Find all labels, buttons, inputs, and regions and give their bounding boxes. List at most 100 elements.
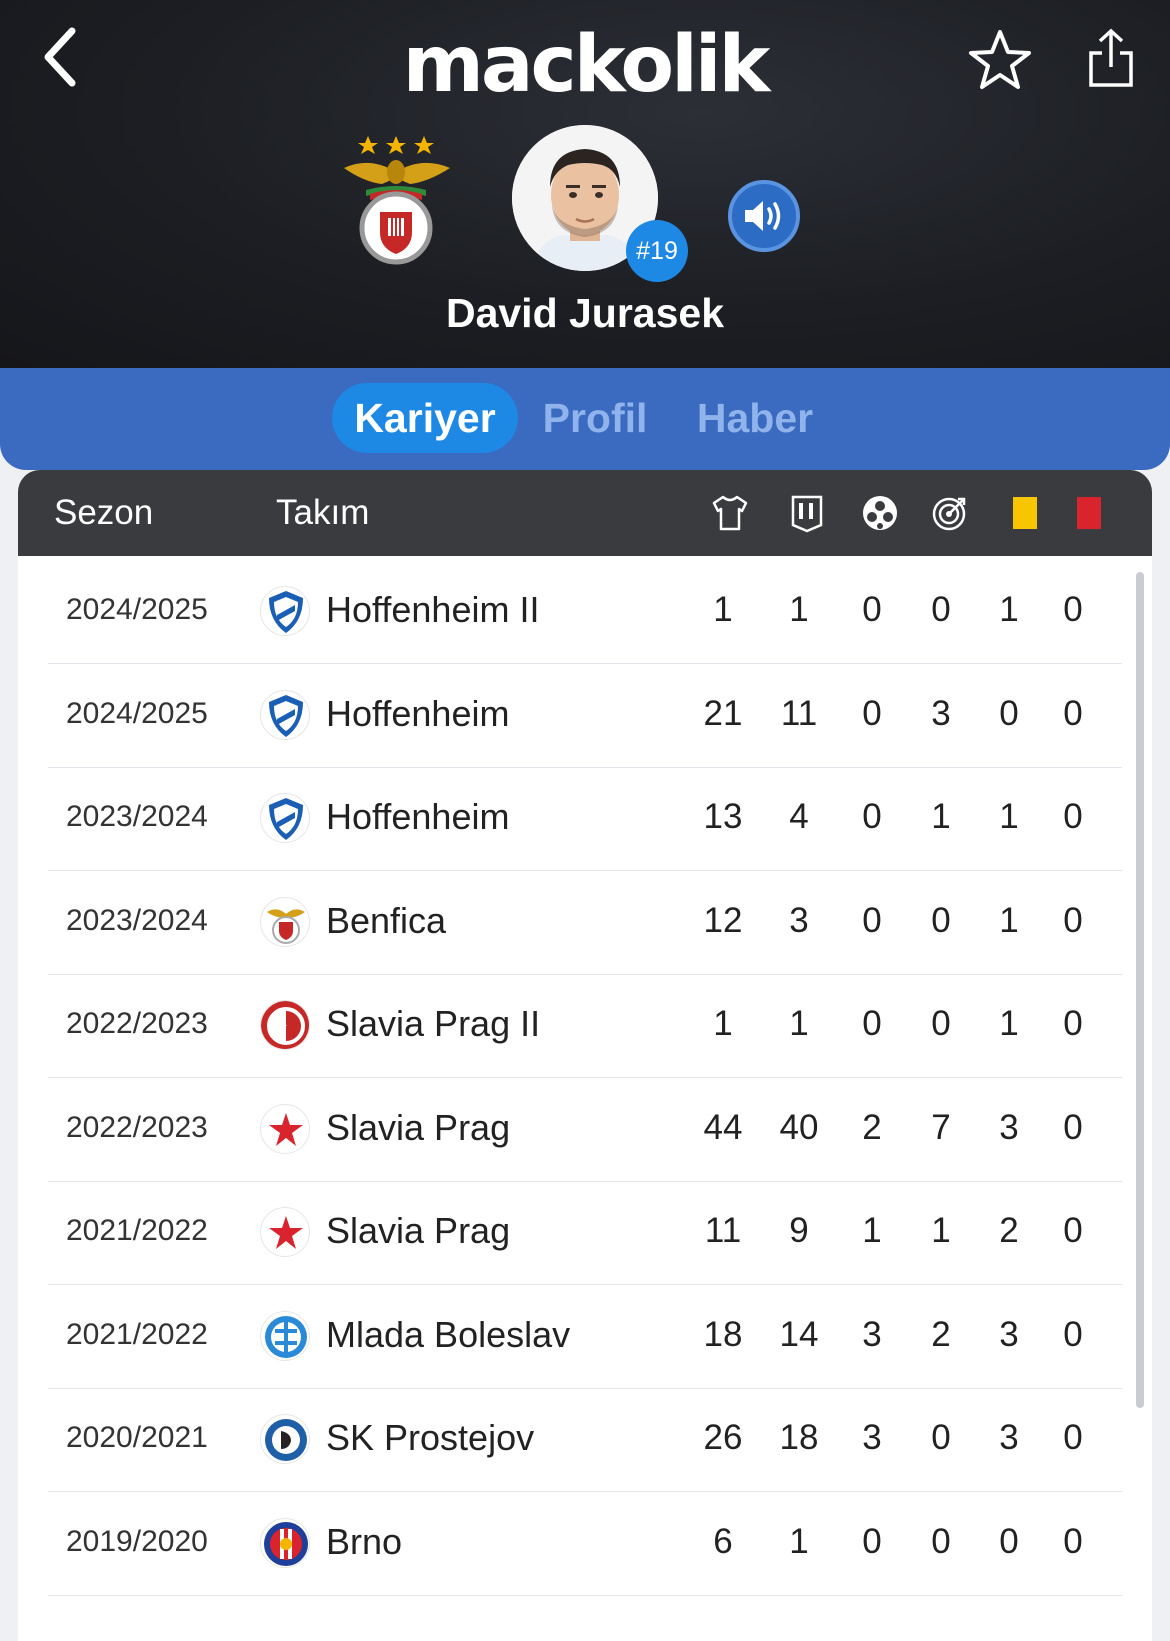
tab-haber[interactable]: Haber — [690, 383, 820, 453]
yellow-cards-cell: 1 — [999, 590, 1019, 629]
red-cards-cell: 0 — [1063, 1211, 1083, 1250]
team-name[interactable]: Mlada Boleslav — [326, 1281, 570, 1389]
career-table: Sezon Takım 2024/2025 Hoffenheim II 1 1 … — [18, 470, 1152, 1641]
team-logo-icon — [260, 1414, 310, 1464]
goals-cell: 0 — [862, 900, 882, 940]
team-logo-icon — [260, 1103, 310, 1154]
goals-cell: 0 — [862, 1004, 882, 1043]
table-row[interactable]: 2023/2024 Hoffenheim 13 4 0 1 1 0 — [48, 763, 1122, 871]
table-header: Sezon Takım — [18, 470, 1152, 556]
team-name[interactable]: Hoffenheim II — [326, 556, 539, 664]
speaker-icon — [745, 201, 781, 231]
target-icon — [928, 491, 972, 535]
audio-button[interactable] — [728, 180, 800, 252]
player-page: mackolik #19 David Jurasek Kariyer Profi… — [0, 0, 1170, 1641]
team-logo-icon — [260, 586, 310, 636]
appearances-cell: 1 — [713, 1004, 733, 1043]
share-button[interactable] — [1080, 22, 1142, 94]
team-logo-icon — [260, 896, 310, 947]
table-row[interactable]: 2024/2025 Hoffenheim II 1 1 0 0 1 0 — [48, 556, 1122, 664]
yellow-cards-cell: 3 — [999, 1107, 1019, 1147]
assists-cell: 3 — [931, 693, 951, 733]
season-cell: 2024/2025 — [66, 696, 208, 730]
red-cards-cell: 0 — [1063, 1107, 1083, 1147]
team-name[interactable]: SK Prostejov — [326, 1384, 534, 1492]
lineups-cell: 11 — [780, 693, 818, 733]
team-name[interactable]: Slavia Prag — [326, 1177, 510, 1285]
team-name[interactable]: Slavia Prag — [326, 1074, 510, 1182]
yellow-cards-cell: 1 — [999, 797, 1019, 836]
tab-bar: Kariyer Profil Haber — [0, 368, 1170, 470]
season-cell: 2023/2024 — [66, 903, 208, 937]
assists-cell: 0 — [931, 1418, 951, 1457]
lineups-cell: 1 — [789, 1004, 809, 1043]
red-cards-cell: 0 — [1063, 900, 1083, 940]
table-row[interactable]: 2019/2020 Brno 6 1 0 0 0 0 — [48, 1488, 1122, 1596]
benfica-crest-icon — [344, 136, 450, 265]
team-name[interactable]: Brno — [326, 1488, 402, 1596]
player-header: mackolik #19 David Jurasek — [0, 0, 1170, 370]
season-cell: 2019/2020 — [66, 1524, 208, 1558]
table-row[interactable]: 2022/2023 Slavia Prag II 1 1 0 0 1 0 — [48, 970, 1122, 1078]
lineups-cell: 18 — [779, 1418, 819, 1457]
table-row[interactable]: 2024/2025 Hoffenheim 21 11 0 3 0 0 — [48, 660, 1122, 768]
favorite-button[interactable] — [965, 25, 1035, 95]
yellow-cards-cell: 1 — [999, 1004, 1019, 1043]
appearances-cell: 26 — [703, 1418, 743, 1457]
lineups-cell: 3 — [789, 900, 809, 940]
yellow-cards-cell: 3 — [999, 1314, 1019, 1354]
goals-cell: 2 — [862, 1107, 882, 1147]
assists-cell: 0 — [931, 1004, 951, 1043]
team-name[interactable]: Slavia Prag II — [326, 970, 540, 1078]
club-crest — [340, 128, 460, 268]
table-row[interactable]: 2023/2024 Benfica 12 3 0 0 1 0 — [48, 867, 1122, 975]
appearances-cell: 44 — [703, 1107, 743, 1147]
team-name[interactable]: Benfica — [326, 867, 446, 975]
ball-icon — [858, 491, 902, 535]
table-row[interactable]: 2021/2022 Mlada Boleslav 18 14 3 2 3 0 — [48, 1281, 1122, 1389]
lineups-cell: 1 — [789, 1521, 809, 1561]
season-cell: 2021/2022 — [66, 1214, 208, 1247]
red-cards-cell: 0 — [1063, 1521, 1083, 1561]
appearances-cell: 1 — [713, 590, 733, 629]
assists-cell: 7 — [931, 1107, 951, 1147]
yellow-card-icon — [1003, 491, 1047, 535]
team-logo-icon — [260, 1207, 310, 1257]
goals-cell: 0 — [862, 693, 882, 733]
assists-cell: 0 — [931, 590, 951, 629]
scrollbar[interactable] — [1136, 572, 1144, 1408]
yellow-cards-cell: 0 — [999, 1521, 1019, 1561]
appearances-cell: 12 — [703, 900, 743, 940]
tab-kariyer[interactable]: Kariyer — [332, 383, 518, 453]
appearances-cell: 11 — [704, 1211, 742, 1250]
tab-profil[interactable]: Profil — [535, 383, 655, 453]
goals-cell: 3 — [862, 1418, 882, 1457]
assists-cell: 1 — [931, 797, 951, 836]
lineups-cell: 9 — [789, 1211, 809, 1250]
assists-cell: 2 — [931, 1314, 951, 1354]
red-cards-cell: 0 — [1063, 1004, 1083, 1043]
lineups-cell: 14 — [779, 1314, 819, 1354]
goals-cell: 3 — [862, 1314, 882, 1354]
assists-cell: 0 — [931, 1521, 951, 1561]
table-row[interactable]: 2020/2021 SK Prostejov 26 18 3 0 3 0 — [48, 1384, 1122, 1492]
player-name: David Jurasek — [445, 290, 725, 336]
season-cell: 2021/2022 — [66, 1317, 208, 1351]
season-cell: 2024/2025 — [66, 593, 208, 626]
team-name[interactable]: Hoffenheim — [326, 660, 509, 768]
team-name[interactable]: Hoffenheim — [326, 763, 509, 871]
table-row[interactable]: 2021/2022 Slavia Prag 11 9 1 1 2 0 — [48, 1177, 1122, 1285]
red-cards-cell: 0 — [1063, 1314, 1083, 1354]
red-cards-cell: 0 — [1063, 693, 1083, 733]
team-logo-icon — [260, 1000, 310, 1050]
appearances-cell: 21 — [703, 693, 743, 733]
shirt-icon — [708, 491, 752, 535]
yellow-cards-cell: 3 — [999, 1418, 1019, 1457]
team-logo-icon — [260, 1310, 310, 1361]
goals-cell: 0 — [862, 590, 882, 629]
goals-cell: 0 — [862, 797, 882, 836]
season-cell: 2022/2023 — [66, 1110, 208, 1144]
lineups-cell: 40 — [779, 1107, 819, 1147]
table-row[interactable]: 2022/2023 Slavia Prag 44 40 2 7 3 0 — [48, 1074, 1122, 1182]
season-cell: 2023/2024 — [66, 800, 208, 833]
